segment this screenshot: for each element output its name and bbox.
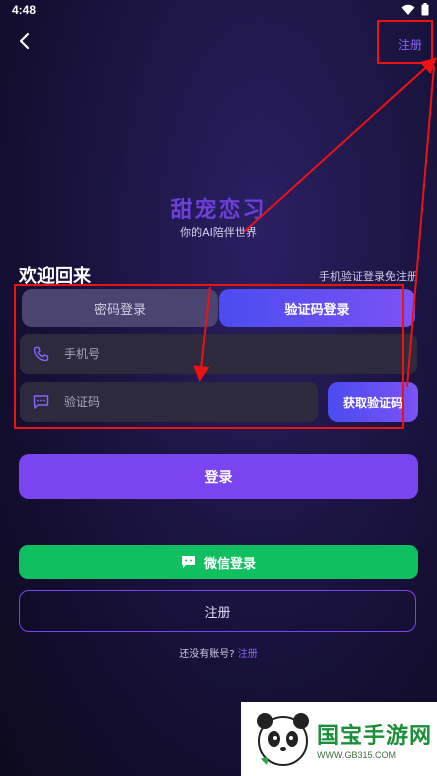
phone-login-hint: 手机验证登录免注册 [319, 270, 418, 283]
wechat-login-button[interactable]: 微信登录 [19, 545, 418, 579]
back-arrow-icon [19, 32, 30, 50]
annotation-box-form [14, 284, 404, 429]
wechat-icon [181, 556, 195, 568]
status-bar: 4:48 [0, 0, 437, 22]
app-title: 甜宠恋习 [170, 198, 267, 223]
register-button[interactable]: 注册 [19, 590, 416, 632]
status-time: 4:48 [12, 3, 37, 17]
login-button[interactable]: 登录 [19, 454, 418, 499]
wechat-login-label: 微信登录 [203, 556, 256, 572]
battery-icon [421, 3, 429, 16]
annotation-box-register [377, 20, 433, 64]
panda-logo-icon [257, 713, 309, 766]
wifi-icon [401, 4, 415, 15]
register-link-bottom[interactable]: 注册 [238, 649, 258, 660]
status-icons [401, 3, 429, 16]
app-subtitle: 你的AI陪伴世界 [180, 226, 257, 239]
no-account-row: 还没有账号? 注册 [0, 645, 437, 660]
back-button[interactable] [14, 30, 36, 52]
no-account-prompt: 还没有账号? [179, 649, 235, 660]
watermark-url: WWW.GB315.COM [317, 750, 397, 760]
watermark: 国宝手游网 WWW.GB315.COM [241, 702, 437, 776]
watermark-name: 国宝手游网 [317, 724, 433, 749]
